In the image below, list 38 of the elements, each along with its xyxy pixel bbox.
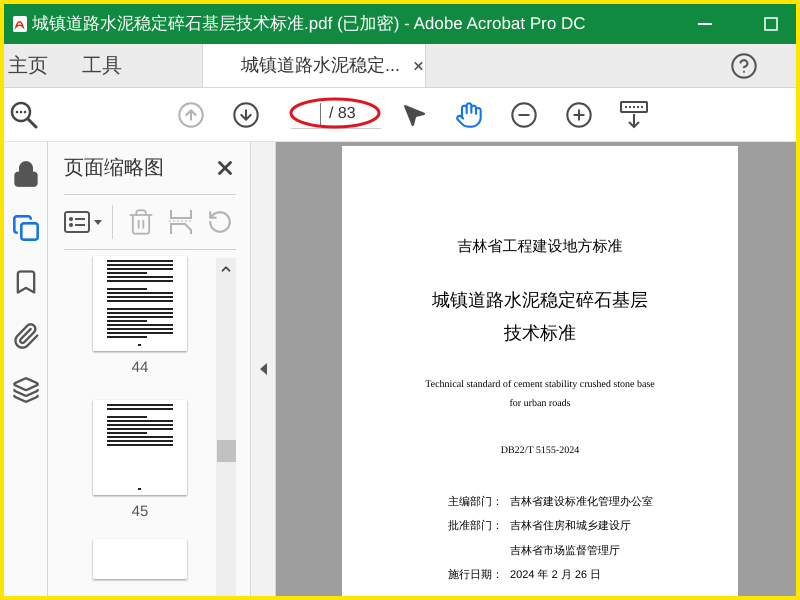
layers-icon[interactable] xyxy=(12,376,40,404)
document-tab[interactable]: 城镇道路水泥稳定... xyxy=(202,44,426,87)
document-code: DB22/T 5155-2024 xyxy=(500,444,580,458)
document-text: 吉林省工程建设地方标准 xyxy=(458,237,622,257)
page-count: / 83 xyxy=(329,104,356,124)
document-text: 主编部门： xyxy=(448,494,504,510)
search-icon[interactable] xyxy=(9,100,39,130)
page-number: 44 xyxy=(132,358,148,378)
pages-icon[interactable] xyxy=(12,214,40,242)
document-text: Technical standard of cement stability crushed stone base xyxy=(425,378,655,392)
document-text: 吉林省住房和城乡建设厅 xyxy=(510,518,631,534)
page-number: 45 xyxy=(132,502,148,522)
options-button[interactable] xyxy=(64,205,113,239)
document-text: 2024 年 2 月 26 日 xyxy=(510,568,602,583)
help-icon[interactable] xyxy=(730,52,758,80)
page-thumbnail[interactable] xyxy=(93,256,187,351)
page-thumbnail[interactable] xyxy=(93,539,187,579)
document-text: 吉林省建设标准化管理办公室 xyxy=(510,494,653,510)
document-text: 批准部门： xyxy=(448,518,504,534)
lock-icon[interactable] xyxy=(12,160,40,188)
document-text: for urban roads xyxy=(509,396,571,410)
document-title: 城镇道路水泥稳定碎石基层 xyxy=(432,288,648,312)
panel-title: 页面缩略图 xyxy=(64,156,164,181)
paperclip-icon[interactable] xyxy=(12,322,40,350)
nav-tab[interactable]: 主页 xyxy=(4,44,82,87)
panel-collapse-handle[interactable] xyxy=(251,142,276,596)
nav-tab[interactable]: 工具 xyxy=(82,44,132,87)
document-text: 施行日期： xyxy=(448,568,504,583)
scrollbar-track[interactable] xyxy=(216,258,236,596)
document-text: 吉林省市场监督管理厅 xyxy=(510,544,620,558)
scrollbar-thumb[interactable] xyxy=(216,440,236,462)
window-title: 城镇道路水泥稳定碎石基层技术标准.pdf (已加密) - Adobe Acrobat Pro DC xyxy=(32,13,586,36)
caret-icon xyxy=(94,220,102,224)
document-title: 技术标准 xyxy=(504,322,576,344)
pdf-icon xyxy=(12,15,28,33)
page-thumbnail[interactable] xyxy=(93,400,187,494)
list-icon xyxy=(64,211,90,233)
maximize-icon[interactable] xyxy=(764,17,778,31)
